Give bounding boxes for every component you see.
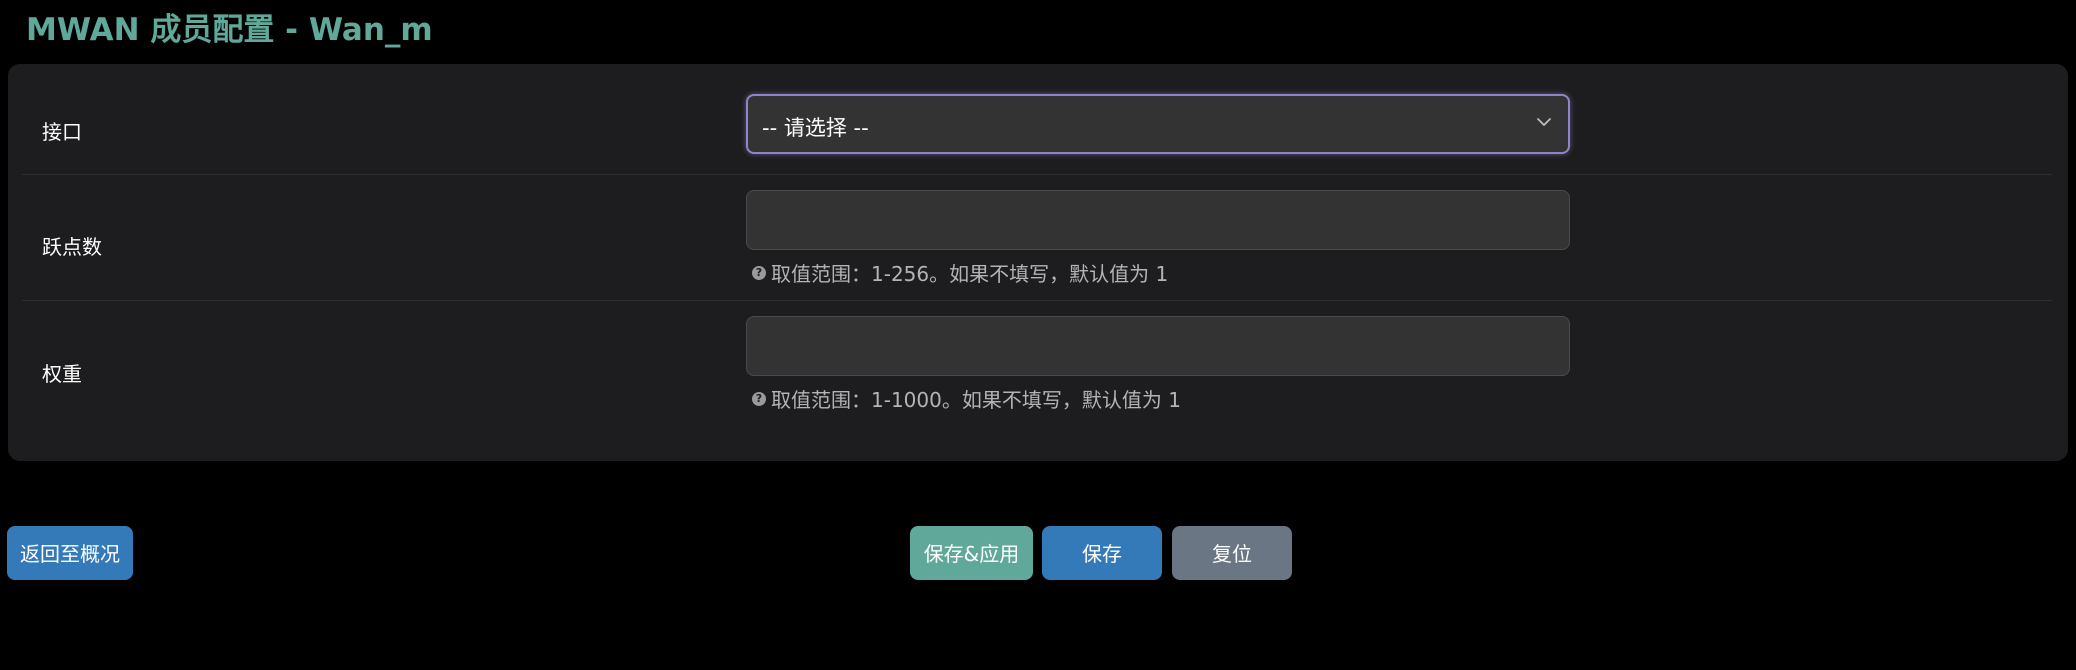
interface-select[interactable]: -- 请选择 -- <box>746 94 1570 154</box>
reset-button[interactable]: 复位 <box>1172 526 1292 580</box>
weight-hint: ? 取值范围：1-1000。如果不填写，默认值为 1 <box>752 384 1181 413</box>
metric-hint-text: 取值范围：1-256。如果不填写，默认值为 1 <box>771 262 1169 286</box>
interface-label: 接口 <box>42 120 82 144</box>
question-circle-icon: ? <box>752 391 766 406</box>
member-config-form: 接口 -- 请选择 -- 跃点数 ? 取值范围：1-256。如果不填写，默认值为… <box>8 64 2068 461</box>
weight-hint-text: 取值范围：1-1000。如果不填写，默认值为 1 <box>771 388 1181 412</box>
page: MWAN 成员配置 - Wan_m 接口 -- 请选择 -- 跃点数 ? 取值范… <box>0 0 2076 670</box>
chevron-down-icon <box>1537 118 1551 126</box>
save-apply-button[interactable]: 保存&应用 <box>910 526 1033 580</box>
metric-input[interactable] <box>746 190 1570 250</box>
form-row-metric: 跃点数 ? 取值范围：1-256。如果不填写，默认值为 1 <box>22 174 2052 301</box>
page-title: MWAN 成员配置 - Wan_m <box>26 12 433 48</box>
weight-label: 权重 <box>42 362 82 386</box>
interface-select-value: -- 请选择 -- <box>762 116 869 140</box>
form-row-interface: 接口 -- 请选择 -- <box>22 64 2052 175</box>
metric-hint: ? 取值范围：1-256。如果不填写，默认值为 1 <box>752 258 1168 287</box>
weight-input[interactable] <box>746 316 1570 376</box>
form-row-weight: 权重 ? 取值范围：1-1000。如果不填写，默认值为 1 <box>22 300 2052 461</box>
metric-label: 跃点数 <box>42 235 102 259</box>
save-button[interactable]: 保存 <box>1042 526 1162 580</box>
question-circle-icon: ? <box>752 265 766 280</box>
back-to-overview-button[interactable]: 返回至概况 <box>7 526 133 580</box>
